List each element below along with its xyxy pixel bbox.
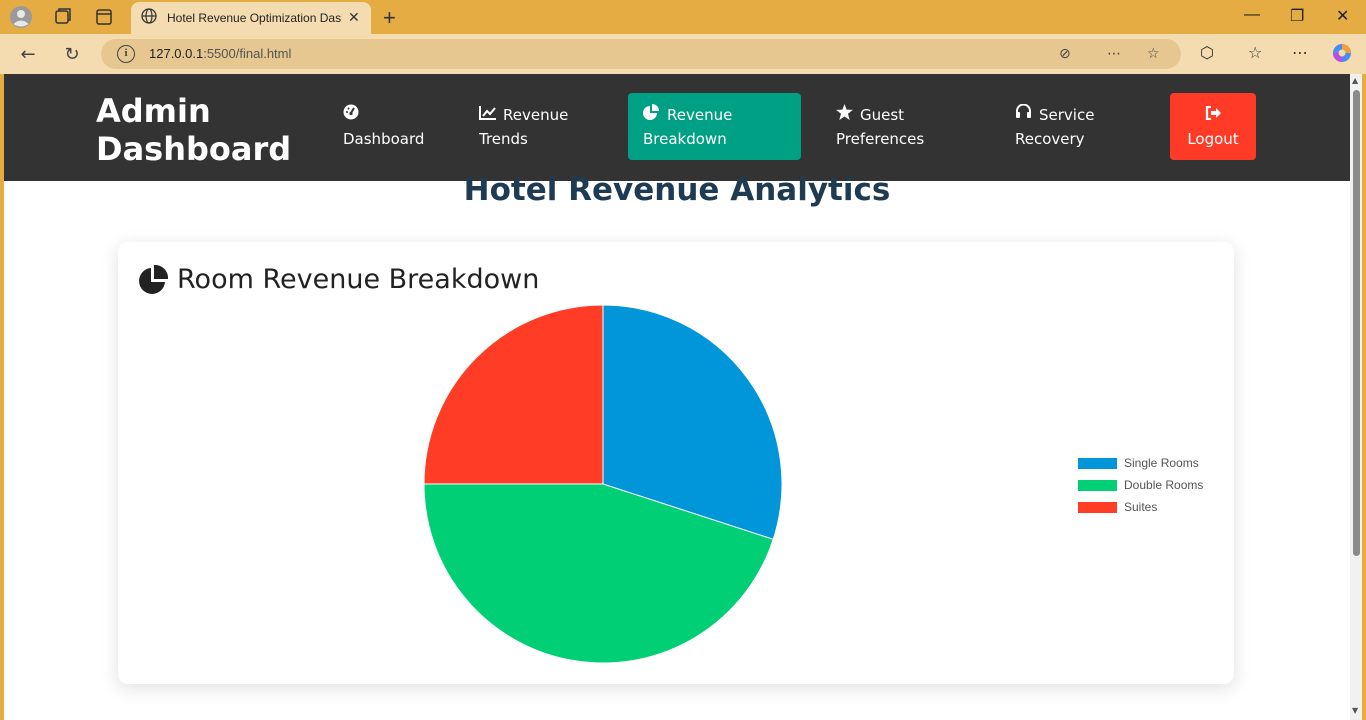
url-path: :5500/final.html [203,46,292,61]
nav-service-recovery-line1: Service [1039,106,1095,124]
settings-menu-icon[interactable]: ⋯ [1292,43,1308,62]
nav-revenue-breakdown-line2: Breakdown [643,130,727,148]
new-tab-icon[interactable]: + [383,5,396,31]
reload-icon[interactable]: ↻ [61,43,83,65]
nav-dashboard[interactable]: Dashboard [328,93,438,160]
browser-tab-bar: Hotel Revenue Optimization Dash ✕ + — ❐ … [0,0,1366,34]
page-title: Hotel Revenue Analytics [463,172,891,208]
legend-label: Single Rooms [1124,456,1199,470]
site-info-icon[interactable]: i [117,45,135,63]
legend-swatch [1078,457,1117,469]
line-chart-icon [479,103,499,127]
logout-label: Logout [1187,130,1239,148]
more-options-icon[interactable]: ⋯ [1107,46,1121,62]
globe-icon [141,8,157,28]
nav-revenue-trends-line1: Revenue [503,106,569,124]
restore-icon[interactable]: ❐ [1290,6,1304,26]
legend-swatch [1078,479,1117,491]
minimize-icon[interactable]: — [1244,6,1260,24]
logout-button[interactable]: Logout [1170,93,1256,160]
revenue-breakdown-card: Room Revenue Breakdown Single Rooms Doubl… [118,242,1234,684]
scrollbar-thumb[interactable] [1353,90,1360,556]
nav-service-recovery[interactable]: Service Recovery [1000,93,1130,160]
nav-guest-preferences[interactable]: Guest Preferences [821,93,971,160]
favorite-star-icon[interactable]: ☆ [1147,46,1160,62]
scroll-down-icon[interactable]: ▼ [1352,706,1358,715]
copilot-icon[interactable] [1332,43,1352,67]
legend-label: Suites [1124,500,1158,514]
sign-out-icon [1205,105,1222,124]
legend-item[interactable]: Double Rooms [1078,474,1203,496]
back-icon[interactable]: ← [17,43,39,65]
tab-actions-icon[interactable] [93,6,115,28]
headset-icon [1015,103,1035,127]
tracking-prevention-icon[interactable]: ⊘ [1059,46,1071,62]
brand-line-1: Admin [96,92,211,130]
legend-item[interactable]: Single Rooms [1078,452,1203,474]
close-window-icon[interactable]: ✕ [1336,6,1349,26]
nav-service-recovery-line2: Recovery [1015,130,1085,148]
brand-title: Admin Dashboard [96,92,291,168]
nav-dashboard-label: Dashboard [343,130,425,148]
vertical-scrollbar[interactable]: ▲ ▼ [1350,74,1362,720]
url-host: 127.0.0.1 [149,46,204,61]
legend-item[interactable]: Suites [1078,496,1203,518]
top-navigation: Admin Dashboard Dashboard Revenue Trends [4,74,1350,181]
workspaces-icon[interactable] [51,6,73,28]
nav-revenue-trends-line2: Trends [479,130,528,148]
url-input[interactable]: i 127.0.0.1:5500/final.html ⊘ ⋯ ☆ [101,39,1181,69]
tab-title: Hotel Revenue Optimization Dash [167,11,342,25]
pie-slice-suites[interactable] [423,304,604,485]
dashboard-icon [343,103,363,127]
nav-guest-preferences-line1: Guest [860,106,905,124]
nav-revenue-breakdown[interactable]: Revenue Breakdown [628,93,801,160]
address-bar-row: ← ↻ i 127.0.0.1:5500/final.html ⊘ ⋯ ☆ ⬡ … [0,34,1366,74]
legend-swatch [1078,501,1117,513]
favorites-icon[interactable]: ☆ [1248,43,1262,62]
browser-tab[interactable]: Hotel Revenue Optimization Dash ✕ [131,2,371,34]
nav-revenue-breakdown-line1: Revenue [667,106,733,124]
brand-line-2: Dashboard [96,130,292,168]
extensions-icon[interactable]: ⬡ [1200,43,1214,62]
close-tab-icon[interactable]: ✕ [348,10,360,26]
page-viewport: Admin Dashboard Dashboard Revenue Trends [4,74,1350,720]
scroll-up-icon[interactable]: ▲ [1352,76,1358,85]
legend-label: Double Rooms [1124,478,1204,492]
nav-revenue-trends[interactable]: Revenue Trends [464,93,594,160]
profile-icon[interactable] [10,6,32,28]
pie-chart [423,304,783,664]
nav-guest-preferences-line2: Preferences [836,130,925,148]
star-icon [836,103,856,127]
chart-legend: Single Rooms Double Rooms Suites [1078,452,1203,518]
pie-chart-icon [643,103,663,127]
